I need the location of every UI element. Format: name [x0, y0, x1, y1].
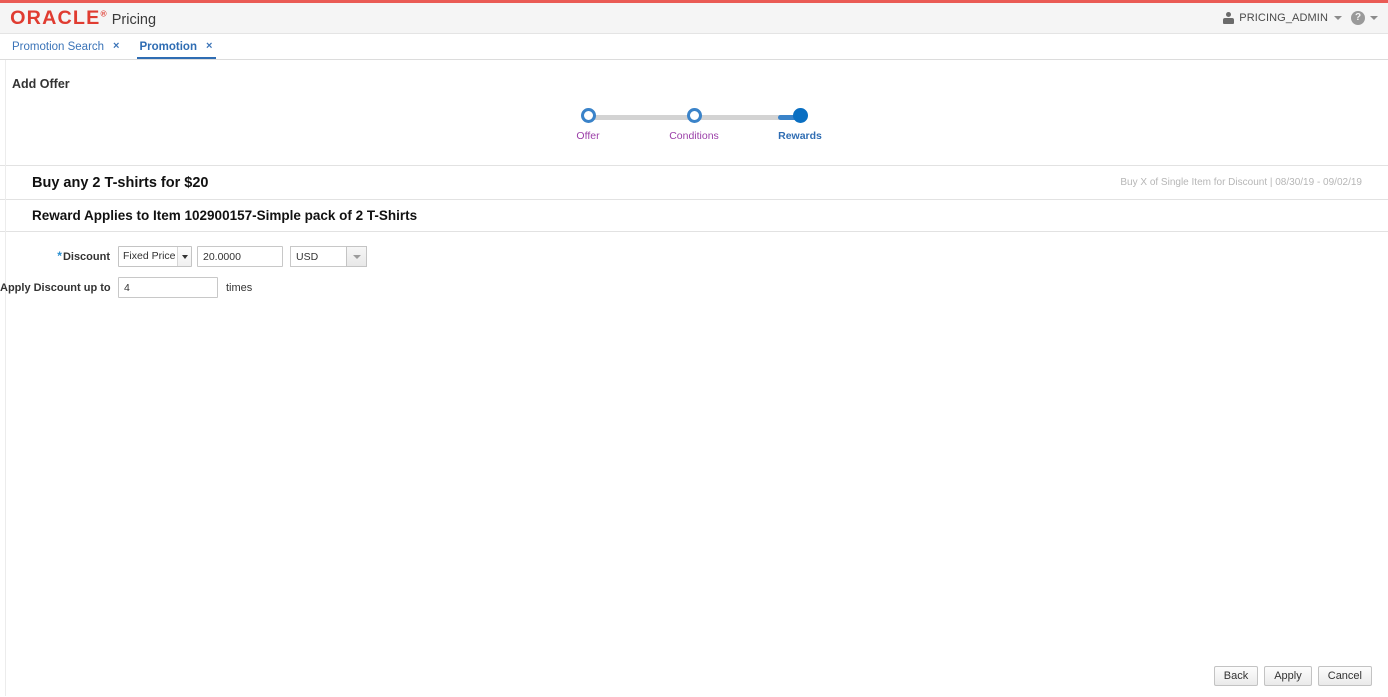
apply-discount-controls: times [118, 277, 252, 298]
chevron-down-icon-select[interactable] [177, 247, 191, 266]
offer-header-band-wrap: Buy any 2 T-shirts for $20 Buy X of Sing… [0, 165, 1388, 199]
oracle-logo-trademark-icon: ® [100, 9, 107, 19]
user-menu[interactable]: PRICING_ADMIN [1222, 11, 1342, 25]
chevron-down-icon-help [1370, 16, 1378, 20]
page-body: Add Offer Offer Conditions Rewards Buy a… [0, 60, 1388, 696]
reward-form: *Discount Fixed Price Apply Discount up … [0, 231, 1388, 300]
brand-area: ORACLE® Pricing [10, 9, 157, 28]
required-marker-icon: * [57, 248, 62, 263]
apply-button[interactable]: Apply [1264, 666, 1312, 686]
currency-lov [290, 246, 367, 267]
oracle-logo: ORACLE® [10, 9, 106, 28]
arrow-down-glyph [181, 254, 188, 259]
help-icon: ? [1351, 11, 1365, 25]
apply-discount-row: Apply Discount up to times [0, 275, 1388, 300]
tab-promotion[interactable]: Promotion × [137, 34, 222, 59]
tab-promotion-search[interactable]: Promotion Search × [10, 34, 129, 59]
train-stop-dot-icon [686, 108, 702, 123]
header-right-controls: PRICING_ADMIN ? [1222, 11, 1378, 25]
discount-label-wrap: *Discount [0, 248, 118, 263]
reward-header-band-wrap: Reward Applies to Item 102900157-Simple … [0, 199, 1388, 231]
user-name-label: PRICING_ADMIN [1239, 12, 1328, 24]
reward-header-band: Reward Applies to Item 102900157-Simple … [12, 200, 1376, 231]
close-icon[interactable]: × [113, 41, 119, 52]
application-window: ORACLE® Pricing PRICING_ADMIN ? Promotio… [0, 0, 1388, 697]
chevron-down-icon [1334, 16, 1342, 20]
oracle-logo-text: ORACLE [10, 7, 101, 29]
discount-amount-input[interactable] [197, 246, 283, 267]
tab-label: Promotion Search [12, 40, 105, 53]
train-stop-dot-icon [580, 108, 596, 123]
footer-actions: Back Apply Cancel [1213, 666, 1372, 686]
offer-header-band: Buy any 2 T-shirts for $20 Buy X of Sing… [12, 166, 1376, 199]
discount-row: *Discount Fixed Price [0, 244, 1388, 269]
global-header: ORACLE® Pricing PRICING_ADMIN ? [0, 3, 1388, 34]
currency-input[interactable] [290, 246, 346, 267]
user-avatar-icon [1222, 11, 1235, 25]
application-name: Pricing [111, 11, 157, 28]
train-stop-dot-icon-active [792, 108, 808, 123]
arrow-down-glyph-currency [352, 254, 361, 259]
train-stop-label: Conditions [669, 130, 719, 142]
apply-times-input[interactable] [118, 277, 218, 298]
help-menu[interactable]: ? [1351, 11, 1378, 25]
tab-label: Promotion [139, 40, 197, 53]
discount-type-select[interactable]: Fixed Price [118, 246, 192, 267]
train-stop-rewards[interactable]: Rewards [765, 108, 835, 142]
discount-label: Discount [62, 250, 110, 263]
train-track: Offer Conditions Rewards [574, 108, 822, 154]
reward-applies-title: Reward Applies to Item 102900157-Simple … [32, 208, 418, 223]
cancel-button[interactable]: Cancel [1317, 666, 1372, 686]
tab-strip: Promotion Search × Promotion × [0, 34, 1388, 60]
currency-dropdown-button[interactable] [346, 246, 367, 267]
offer-title: Buy any 2 T-shirts for $20 [32, 174, 209, 191]
times-suffix-label: times [226, 281, 253, 294]
train-stop-offer[interactable]: Offer [553, 108, 623, 142]
close-icon[interactable]: × [206, 41, 212, 52]
train-stop-label: Rewards [778, 130, 822, 142]
discount-type-value: Fixed Price [123, 250, 176, 262]
apply-discount-label: Apply Discount up to [0, 281, 111, 294]
left-rule-divider [5, 60, 6, 696]
offer-metadata: Buy X of Single Item for Discount | 08/3… [1120, 177, 1362, 188]
back-button[interactable]: Back [1213, 666, 1259, 686]
discount-controls: Fixed Price [118, 246, 367, 267]
wizard-train: Offer Conditions Rewards [0, 91, 1388, 165]
train-stop-label: Offer [576, 130, 600, 142]
page-title: Add Offer [12, 77, 70, 91]
train-stop-conditions[interactable]: Conditions [659, 108, 729, 142]
